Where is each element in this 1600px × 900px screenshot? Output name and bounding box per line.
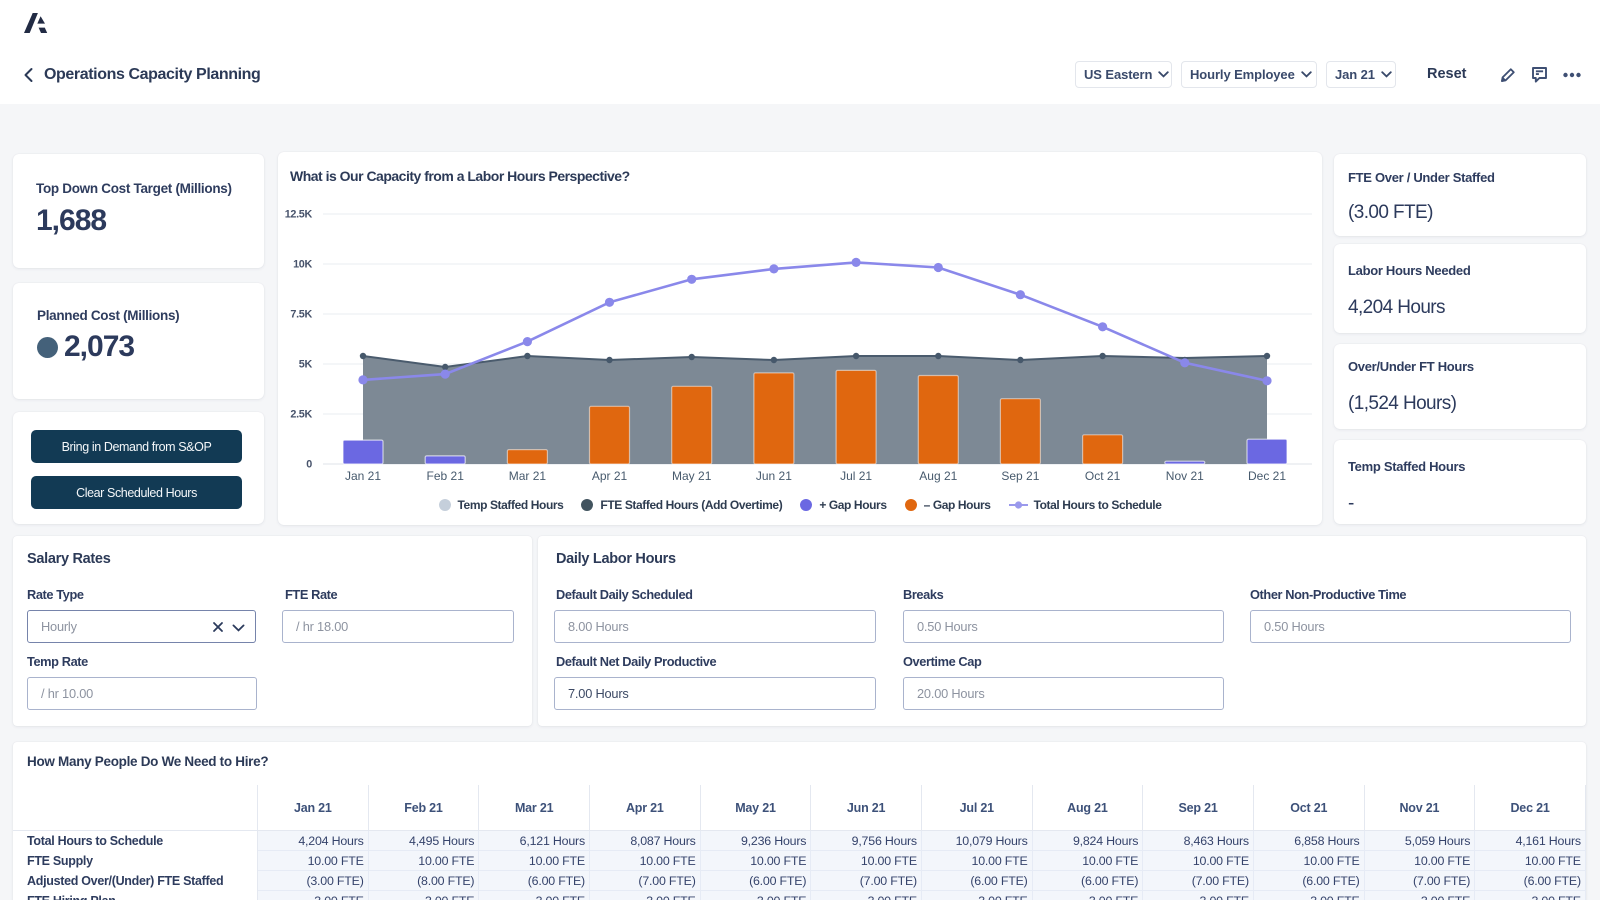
svg-text:Dec 21: Dec 21 (1248, 469, 1286, 483)
svg-text:Jun 21: Jun 21 (756, 469, 792, 483)
svg-text:2.5K: 2.5K (290, 409, 312, 421)
svg-text:5K: 5K (299, 359, 313, 371)
svg-text:Feb 21: Feb 21 (427, 469, 465, 483)
svg-text:May 21: May 21 (672, 469, 712, 483)
svg-text:Mar 21: Mar 21 (509, 469, 547, 483)
svg-text:Nov 21: Nov 21 (1166, 469, 1204, 483)
svg-text:Jul 21: Jul 21 (840, 469, 872, 483)
svg-text:Apr 21: Apr 21 (592, 469, 628, 483)
svg-text:0: 0 (306, 459, 312, 471)
svg-text:Sep 21: Sep 21 (1001, 469, 1039, 483)
svg-text:Aug 21: Aug 21 (919, 469, 957, 483)
svg-text:7.5K: 7.5K (290, 309, 312, 321)
svg-text:10K: 10K (293, 259, 312, 271)
svg-text:Oct 21: Oct 21 (1085, 469, 1121, 483)
svg-text:12.5K: 12.5K (285, 209, 313, 221)
svg-text:Jan 21: Jan 21 (345, 469, 381, 483)
